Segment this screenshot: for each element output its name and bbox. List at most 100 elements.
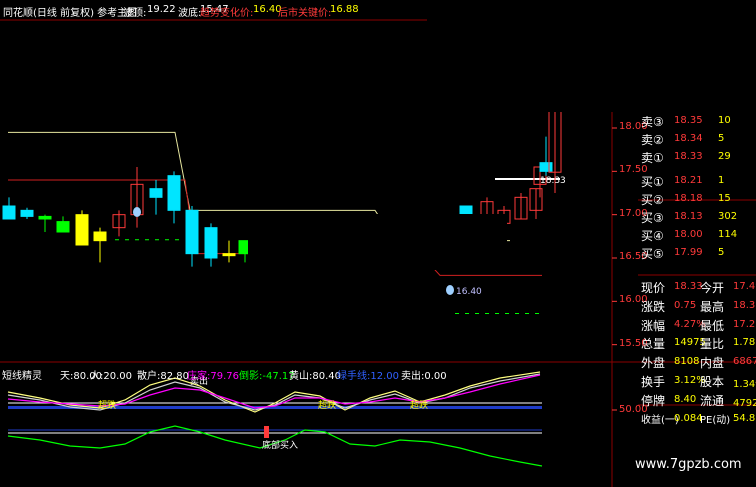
- candle-body: [56, 221, 70, 233]
- quote-stat-label-2: 内盘: [700, 356, 725, 371]
- quote-stat-label: 总量: [641, 337, 666, 352]
- candle-body: [204, 227, 218, 259]
- indicator-item: 卖出:0.00: [401, 367, 447, 382]
- quote-stat-value-2: 6867: [733, 356, 756, 368]
- quote-stat-value: 0.084: [674, 412, 703, 424]
- wave-low-label: 波底:: [178, 8, 202, 19]
- candle-body: [149, 188, 163, 198]
- indicator-item-value: 82.80: [160, 371, 190, 382]
- quote-level-price: 18.00: [674, 229, 703, 241]
- quote-stat-label-2: 流通: [700, 393, 725, 408]
- quote-stat-value: 8108: [674, 356, 700, 368]
- next-key-label: 后市关键价:: [278, 8, 332, 19]
- ind-label-bottom-buy: 底部买入: [262, 439, 298, 451]
- last-price-label: 18.33: [540, 176, 566, 186]
- indicator-item-label: 散户:: [137, 371, 161, 382]
- indicator-item-value: 79.76: [210, 371, 240, 382]
- indicator-panel: 卖出超跌 超跌 超跌底部买入: [7, 371, 617, 467]
- quote-level-price: 18.34: [674, 133, 703, 145]
- indicator-item-label: 庄家:: [187, 371, 211, 382]
- indicator-item-label: 黄山:: [289, 371, 313, 382]
- quote-level-label: 买③: [641, 211, 664, 225]
- quote-level-price: 18.18: [674, 192, 703, 204]
- quote-stat-label-2: 最低: [700, 318, 725, 333]
- indicator-item-label: 天:: [60, 371, 74, 382]
- quote-level-volume: 5: [718, 133, 725, 145]
- ind-label-oversold-3: 超跌: [410, 399, 428, 411]
- quote-stat-value: 8.40: [674, 393, 697, 405]
- signal-dot-left: [133, 207, 141, 217]
- quote-level-price: 18.33: [674, 151, 703, 163]
- indicator-item-value: 12.00: [370, 371, 400, 382]
- indicator-item-label: 倒影:: [239, 371, 263, 382]
- redacted-area-middle: [248, 214, 507, 270]
- quote-stat-label: 涨跌: [641, 299, 666, 314]
- quote-level-label: 卖②: [641, 133, 664, 148]
- quote-stat-value-2: 54.8: [733, 412, 756, 424]
- candle-body: [222, 253, 236, 257]
- candle-body: [75, 214, 89, 246]
- quote-level-volume: 15: [718, 192, 731, 204]
- quote-stat-value-2: 1.78: [733, 337, 756, 349]
- candle-body: [20, 209, 34, 217]
- quote-level-label: 卖③: [641, 115, 664, 129]
- quote-level-volume: 302: [718, 211, 738, 222]
- indicator-item-label: 卖出:: [401, 371, 425, 382]
- candle-body: [167, 175, 181, 211]
- indicator-item: 绿手线:12.00: [337, 367, 399, 382]
- quote-level-volume: 1: [718, 174, 725, 186]
- redacted-area-top: [427, 0, 756, 112]
- chart-title: 同花顺(日线 前复权) 参考主图: [3, 8, 138, 19]
- site-watermark: www.7gpzb.com: [635, 457, 742, 472]
- quote-stat-value-2: 17.49: [733, 281, 756, 292]
- candle-body: [2, 205, 16, 220]
- wave-high-label: 波顶:: [123, 8, 147, 19]
- quote-stat-label: 涨幅: [641, 318, 666, 333]
- quote-level-volume: 114: [718, 229, 738, 241]
- candle-body: [185, 209, 199, 255]
- indicator-item: 人:20.00: [90, 367, 132, 382]
- quote-level-label: 买⑤: [641, 247, 664, 262]
- quote-stat-value-2: 17.25: [733, 318, 756, 330]
- quote-level-label: 卖①: [641, 151, 664, 166]
- quote-level-price: 17.99: [674, 247, 703, 259]
- quote-level-label: 买②: [641, 192, 664, 207]
- indicator-item-value: 20.00: [103, 371, 133, 382]
- quote-stat-label: 现价: [641, 281, 666, 295]
- trend-change-label: 趋势变化价:: [200, 8, 254, 19]
- quote-stat-value-2: 4792万: [733, 397, 756, 409]
- quote-level-label: 买①: [641, 174, 664, 189]
- indicator-item: 散户:82.80: [137, 367, 189, 382]
- candle-body: [539, 162, 553, 172]
- quote-level-price: 18.21: [674, 174, 703, 186]
- indicator-item-label: 人:: [90, 371, 104, 382]
- quote-level-label: 买④: [641, 229, 664, 244]
- quote-stat-label-2: PE(动): [700, 414, 731, 426]
- candle-body: [38, 215, 52, 220]
- indicator-item-value: 0.00: [424, 371, 447, 382]
- quote-stat-label: 换手: [641, 375, 666, 389]
- ind-bottom-bar: [264, 426, 269, 438]
- quote-level-volume: 29: [718, 151, 731, 163]
- quote-stat-value-2: 1.34亿: [733, 379, 756, 390]
- quote-level-volume: 10: [718, 115, 731, 126]
- quote-stat-value: 0.75: [674, 299, 697, 311]
- indicator-item: 庄家:79.76: [187, 367, 239, 382]
- indicator-title: 短线精灵: [2, 371, 42, 382]
- indicator-item: 倒影:-47.17: [239, 367, 295, 382]
- next-key-value: 16.88: [330, 4, 359, 15]
- candle-body: [93, 231, 107, 242]
- ind-label-oversold-1: 超跌: [98, 399, 116, 411]
- chart-stage: 16.40 18.33 卖出 超跌 超跌 超跌 底部买入 同花顺(日线 前复权) 参考主图…: [0, 0, 756, 487]
- quote-stat-label-2: 量比: [700, 337, 725, 352]
- quote-stat-label: 外盘: [641, 356, 666, 371]
- signal-dot-right: [446, 285, 454, 295]
- quote-level-volume: 5: [718, 247, 725, 259]
- quote-stat-label: 停牌: [641, 393, 666, 408]
- quote-stat-value: 18.33: [674, 281, 703, 292]
- indicator-item: 黄山:80.40: [289, 367, 341, 382]
- quote-stat-label-2: 最高: [700, 299, 725, 314]
- quote-stat-label-2: 今开: [700, 281, 725, 295]
- quote-stat-value-2: 18.33: [733, 299, 756, 311]
- wave-high-value: 19.22: [147, 4, 176, 15]
